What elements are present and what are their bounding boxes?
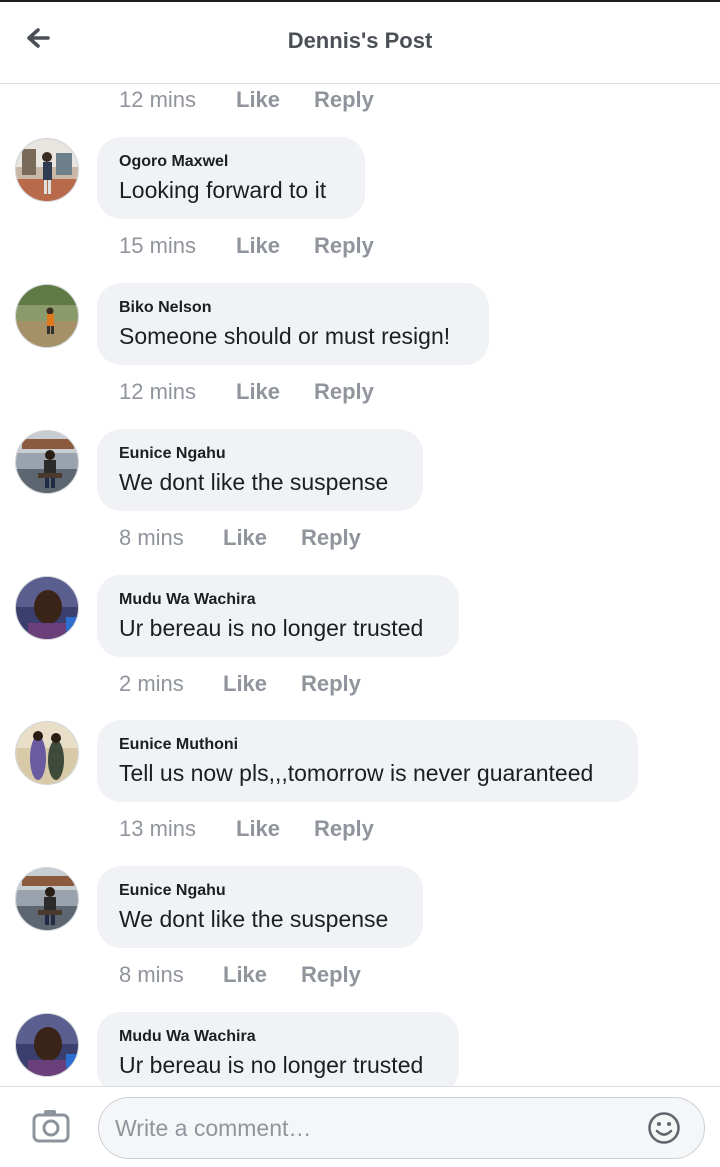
reply-button[interactable]: Reply bbox=[301, 671, 361, 697]
page-title: Dennis's Post bbox=[287, 28, 433, 53]
comment-field[interactable] bbox=[98, 1097, 705, 1159]
like-button[interactable]: Like bbox=[223, 525, 301, 551]
reply-button[interactable]: Reply bbox=[314, 233, 374, 259]
comment-input[interactable] bbox=[113, 1098, 637, 1159]
avatar[interactable] bbox=[15, 721, 79, 785]
comment-time: 12 mins bbox=[119, 87, 197, 112]
comment-composer bbox=[0, 1086, 720, 1167]
camera-button[interactable] bbox=[32, 1107, 72, 1145]
avatar[interactable] bbox=[15, 1013, 79, 1077]
comment-bubble[interactable]: Eunice Ngahu We dont like the suspense bbox=[97, 429, 423, 511]
emoji-button[interactable] bbox=[647, 1111, 681, 1145]
comment-time: 8 mins bbox=[119, 525, 184, 550]
comment-text: Ur bereau is no longer trusted bbox=[119, 1052, 424, 1078]
comment-bubble[interactable]: Eunice Ngahu We dont like the suspense bbox=[97, 866, 423, 948]
comment-meta: 13 mins Like Reply bbox=[119, 814, 374, 844]
camera-icon bbox=[32, 1110, 70, 1143]
avatar[interactable] bbox=[15, 576, 79, 640]
comment-bubble[interactable]: Ogoro Maxwel Looking forward to it bbox=[97, 137, 365, 219]
comment-text: We dont like the suspense bbox=[119, 906, 389, 932]
comment-meta: 12 mins Like Reply bbox=[119, 377, 374, 407]
comment-meta: 8 mins Like Reply bbox=[119, 523, 361, 553]
comment-bubble[interactable]: Mudu Wa Wachira Ur bereau is no longer t… bbox=[97, 575, 459, 657]
comment-time: 13 mins bbox=[119, 816, 197, 841]
comment-author[interactable]: Mudu Wa Wachira bbox=[119, 590, 437, 610]
header-bar: Dennis's Post bbox=[0, 2, 720, 84]
avatar[interactable] bbox=[15, 284, 79, 348]
comment-text: Looking forward to it bbox=[119, 177, 327, 203]
comment-author[interactable]: Mudu Wa Wachira bbox=[119, 1027, 437, 1047]
comment-text: Ur bereau is no longer trusted bbox=[119, 615, 424, 641]
comment-text: We dont like the suspense bbox=[119, 469, 389, 495]
smiley-icon bbox=[648, 1112, 680, 1144]
like-button[interactable]: Like bbox=[236, 233, 314, 259]
comment-bubble[interactable]: Mudu Wa Wachira Ur bereau is no longer t… bbox=[97, 1012, 459, 1086]
comment-text: Tell us now pls,,,tomorrow is never guar… bbox=[119, 760, 594, 786]
like-button[interactable]: Like bbox=[236, 379, 314, 405]
comment-list[interactable]: 12 mins Like Reply Ogoro Maxwel Looking … bbox=[0, 84, 720, 1086]
avatar[interactable] bbox=[15, 138, 79, 202]
like-button[interactable]: Like bbox=[236, 816, 314, 842]
like-button[interactable]: Like bbox=[223, 962, 301, 988]
comment-bubble[interactable]: Biko Nelson Someone should or must resig… bbox=[97, 283, 489, 365]
comment-author[interactable]: Eunice Ngahu bbox=[119, 444, 401, 464]
comment-bubble[interactable]: Eunice Muthoni Tell us now pls,,,tomorro… bbox=[97, 720, 638, 802]
like-button[interactable]: Like bbox=[236, 87, 314, 113]
comment-time: 12 mins bbox=[119, 379, 197, 404]
comment-author[interactable]: Biko Nelson bbox=[119, 298, 467, 318]
like-button[interactable]: Like bbox=[223, 671, 301, 697]
reply-button[interactable]: Reply bbox=[301, 962, 361, 988]
avatar[interactable] bbox=[15, 867, 79, 931]
comment-author[interactable]: Eunice Muthoni bbox=[119, 735, 616, 755]
avatar[interactable] bbox=[15, 430, 79, 494]
comment-text: Someone should or must resign! bbox=[119, 323, 451, 349]
comment-meta: 8 mins Like Reply bbox=[119, 960, 361, 990]
comment-author[interactable]: Ogoro Maxwel bbox=[119, 152, 343, 172]
reply-button[interactable]: Reply bbox=[314, 87, 374, 113]
comment-meta: 15 mins Like Reply bbox=[119, 231, 374, 261]
reply-button[interactable]: Reply bbox=[314, 816, 374, 842]
reply-button[interactable]: Reply bbox=[301, 525, 361, 551]
comment-author[interactable]: Eunice Ngahu bbox=[119, 881, 401, 901]
comment-meta: 12 mins Like Reply bbox=[119, 85, 374, 115]
comment-time: 8 mins bbox=[119, 962, 184, 987]
comment-time: 15 mins bbox=[119, 233, 197, 258]
comment-time: 2 mins bbox=[119, 671, 184, 696]
comment-meta: 2 mins Like Reply bbox=[119, 669, 361, 699]
reply-button[interactable]: Reply bbox=[314, 379, 374, 405]
